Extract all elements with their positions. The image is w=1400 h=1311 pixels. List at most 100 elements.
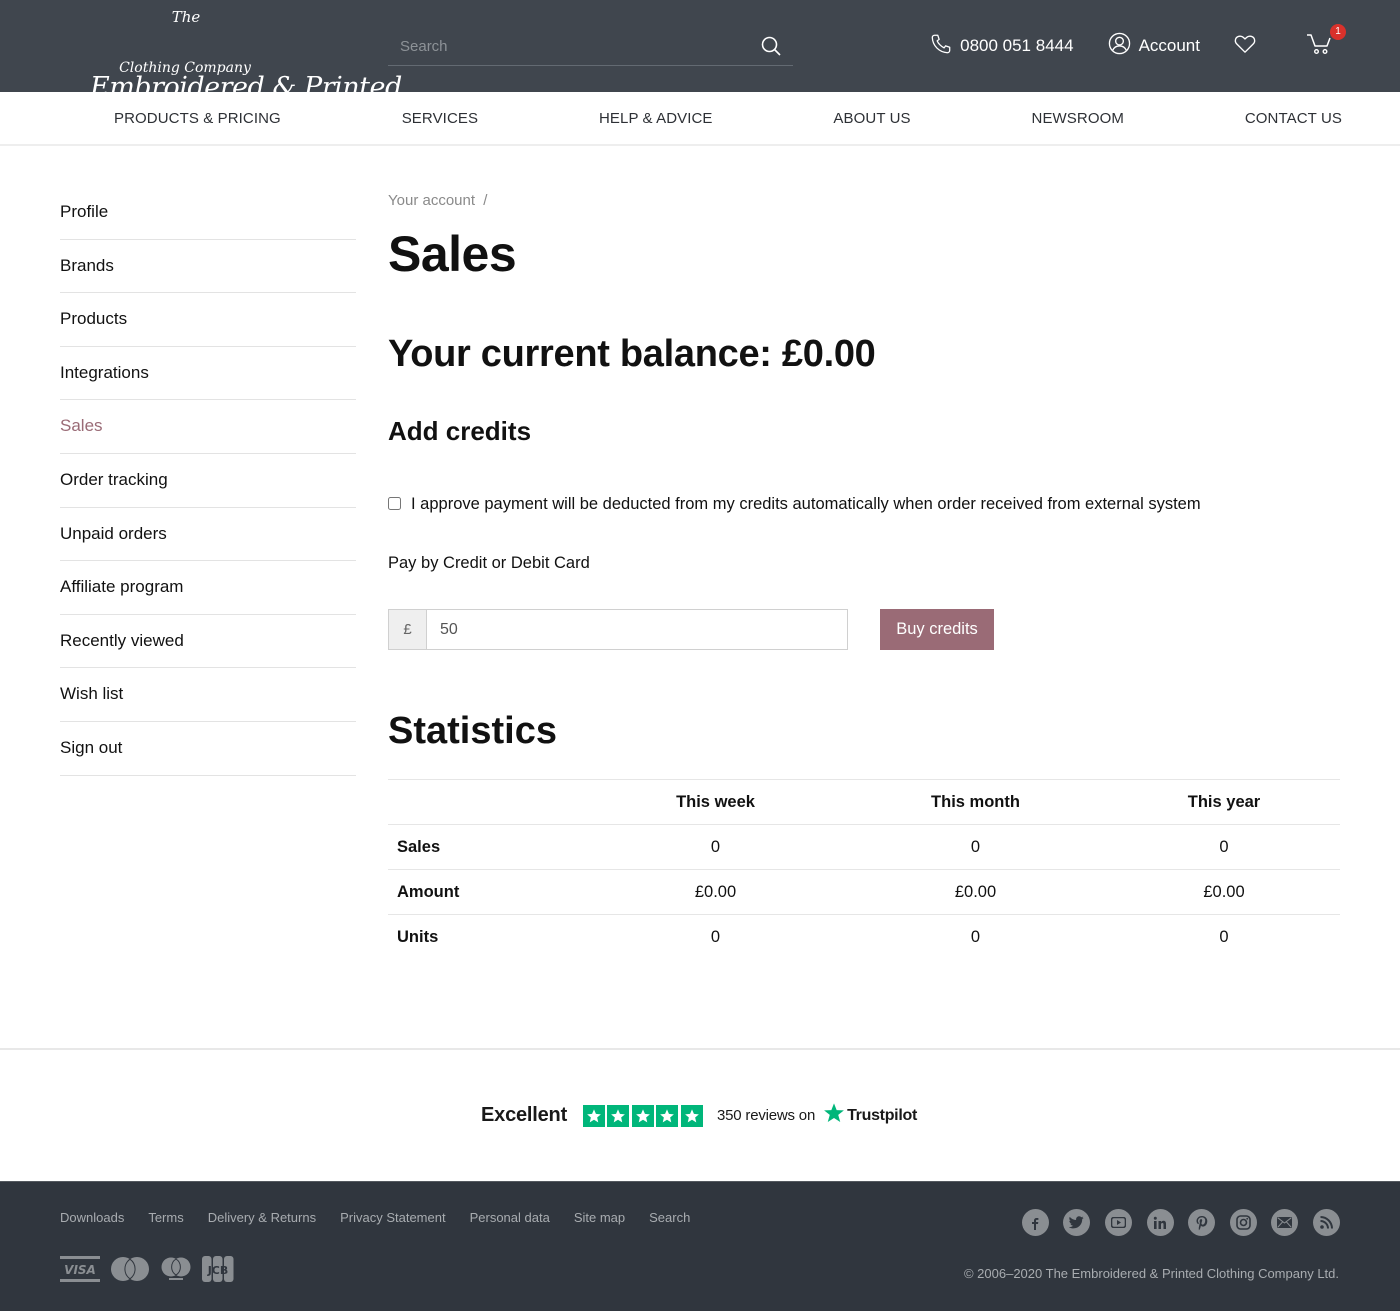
add-credits-heading: Add credits bbox=[388, 416, 532, 446]
nav-products-pricing[interactable]: PRODUCTS & PRICING bbox=[114, 110, 281, 127]
table-cell: 0 bbox=[970, 927, 981, 946]
table-header-row: This week This month This year bbox=[388, 779, 1340, 825]
account-label: Account bbox=[1138, 36, 1200, 55]
sidebar-item-recently-viewed[interactable]: Recently viewed bbox=[60, 615, 356, 669]
column-header-this-month: This month bbox=[843, 779, 1108, 825]
page-content: Profile Brands Products Integrations Sal… bbox=[0, 146, 1400, 1048]
current-balance: Your current balance: £0.00 bbox=[388, 333, 876, 375]
table-cell: 0 bbox=[1108, 824, 1340, 870]
wishlist-button[interactable] bbox=[1234, 34, 1264, 59]
instagram-icon[interactable] bbox=[1229, 1209, 1257, 1236]
trustpilot-review-count: 350 reviews on bbox=[717, 1107, 816, 1124]
nav-contact-us[interactable]: CONTACT US bbox=[1245, 110, 1342, 127]
footer-link-delivery-returns[interactable]: Delivery & Returns bbox=[208, 1210, 316, 1225]
linkedin-icon[interactable] bbox=[1146, 1209, 1174, 1236]
table-cell: £0.00 bbox=[588, 869, 843, 915]
row-label-amount: Amount bbox=[388, 869, 588, 915]
star-icon bbox=[680, 1104, 703, 1127]
pay-by-card-label: Pay by Credit or Debit Card bbox=[388, 554, 590, 572]
credit-amount-input[interactable] bbox=[427, 610, 847, 649]
cart-count-badge: 1 bbox=[1330, 23, 1346, 40]
star-icon bbox=[583, 1104, 606, 1127]
site-logo[interactable]: The Embroidered & Printed Clothing Compa… bbox=[58, 8, 402, 103]
site-footer: Downloads Terms Delivery & Returns Priva… bbox=[0, 1181, 1400, 1311]
rss-icon[interactable] bbox=[1313, 1209, 1340, 1236]
nav-help-advice[interactable]: HELP & ADVICE bbox=[599, 110, 713, 127]
sidebar-item-profile[interactable]: Profile bbox=[60, 186, 356, 240]
table-cell: 0 bbox=[588, 824, 843, 870]
heart-icon bbox=[1234, 34, 1264, 59]
search-icon[interactable] bbox=[761, 36, 781, 56]
approve-payment-option[interactable]: I approve payment will be deducted from … bbox=[388, 495, 1340, 514]
table-cell: 0 bbox=[710, 927, 721, 946]
row-label-units: Units bbox=[397, 927, 439, 946]
sidebar-item-unpaid-orders[interactable]: Unpaid orders bbox=[60, 508, 356, 562]
payment-row: £ Buy credits bbox=[388, 609, 1340, 650]
sidebar-item-brands[interactable]: Brands bbox=[60, 240, 356, 294]
column-header-blank bbox=[388, 779, 588, 825]
phone-number: 0800 051 8444 bbox=[960, 36, 1074, 55]
logo-line-1: The bbox=[171, 8, 201, 26]
currency-prefix: £ bbox=[389, 610, 427, 649]
page-title: Sales bbox=[388, 226, 517, 282]
maestro-icon bbox=[160, 1256, 192, 1287]
facebook-icon[interactable] bbox=[1021, 1209, 1049, 1236]
statistics-heading: Statistics bbox=[388, 710, 557, 752]
sidebar-item-affiliate-program[interactable]: Affiliate program bbox=[60, 561, 356, 615]
breadcrumb: Your account / bbox=[388, 192, 1340, 209]
payment-methods: VISA JCB bbox=[60, 1256, 244, 1287]
cart-button[interactable]: 1 bbox=[1306, 23, 1346, 61]
breadcrumb-your-account[interactable]: Your account bbox=[388, 192, 475, 209]
breadcrumb-separator: / bbox=[483, 192, 488, 209]
amount-field: £ bbox=[388, 609, 848, 650]
statistics-table: This week This month This year Sales 0 0… bbox=[388, 779, 1340, 960]
table-cell: £0.00 bbox=[1108, 869, 1340, 915]
footer-link-site-map[interactable]: Site map bbox=[574, 1210, 625, 1225]
footer-link-privacy-statement[interactable]: Privacy Statement bbox=[340, 1210, 446, 1225]
footer-links: Downloads Terms Delivery & Returns Priva… bbox=[60, 1210, 714, 1225]
sidebar-item-integrations[interactable]: Integrations bbox=[60, 347, 356, 401]
account-link[interactable]: Account bbox=[1108, 32, 1200, 60]
nav-newsroom[interactable]: NEWSROOM bbox=[1032, 110, 1124, 127]
star-icon bbox=[607, 1104, 630, 1127]
star-icon bbox=[656, 1104, 679, 1127]
account-sidebar: Profile Brands Products Integrations Sal… bbox=[60, 186, 356, 1048]
footer-link-personal-data[interactable]: Personal data bbox=[470, 1210, 550, 1225]
main-panel: Your account / Sales Your current balanc… bbox=[388, 146, 1340, 1048]
sidebar-item-sign-out[interactable]: Sign out bbox=[60, 722, 356, 776]
trustpilot-brand: Trustpilot bbox=[847, 1106, 917, 1124]
table-row: Sales 0 0 0 bbox=[388, 824, 1340, 870]
sidebar-item-sales[interactable]: Sales bbox=[60, 400, 356, 454]
footer-link-terms[interactable]: Terms bbox=[148, 1210, 183, 1225]
buy-credits-button[interactable]: Buy credits bbox=[880, 609, 994, 650]
nav-about-us[interactable]: ABOUT US bbox=[833, 110, 910, 127]
trustpilot-stars bbox=[583, 1104, 705, 1127]
trustpilot-logo: Trustpilot bbox=[823, 1102, 917, 1129]
search-bar bbox=[388, 30, 793, 66]
footer-link-downloads[interactable]: Downloads bbox=[60, 1210, 124, 1225]
youtube-icon[interactable] bbox=[1105, 1209, 1133, 1236]
sidebar-item-wish-list[interactable]: Wish list bbox=[60, 668, 356, 722]
sidebar-item-products[interactable]: Products bbox=[60, 293, 356, 347]
footer-link-search[interactable]: Search bbox=[649, 1210, 690, 1225]
table-row: Amount £0.00 £0.00 £0.00 bbox=[388, 869, 1340, 915]
column-header-this-week: This week bbox=[588, 779, 843, 825]
header-actions: 0800 051 8444 Account 1 bbox=[896, 23, 1346, 62]
trustpilot-widget[interactable]: Excellent 350 reviews on Trustpilot bbox=[481, 1102, 917, 1129]
trustpilot-star-icon bbox=[823, 1102, 847, 1129]
copyright: © 2006–2020 The Embroidered & Printed Cl… bbox=[963, 1266, 1339, 1281]
twitter-icon[interactable] bbox=[1063, 1209, 1091, 1236]
email-icon[interactable] bbox=[1271, 1209, 1299, 1236]
table-cell: £0.00 bbox=[843, 869, 1108, 915]
nav-services[interactable]: SERVICES bbox=[402, 110, 478, 127]
jcb-icon: JCB bbox=[202, 1256, 234, 1287]
phone-link[interactable]: 0800 051 8444 bbox=[930, 33, 1074, 60]
pinterest-icon[interactable] bbox=[1188, 1209, 1216, 1236]
sidebar-item-order-tracking[interactable]: Order tracking bbox=[60, 454, 356, 508]
search-input[interactable] bbox=[388, 30, 748, 62]
table-cell: 0 bbox=[1219, 927, 1229, 946]
logo-line-3: Clothing Company bbox=[119, 60, 251, 76]
approve-payment-label: I approve payment will be deducted from … bbox=[411, 495, 1201, 513]
visa-icon: VISA bbox=[60, 1256, 100, 1287]
approve-payment-checkbox[interactable] bbox=[388, 497, 401, 510]
